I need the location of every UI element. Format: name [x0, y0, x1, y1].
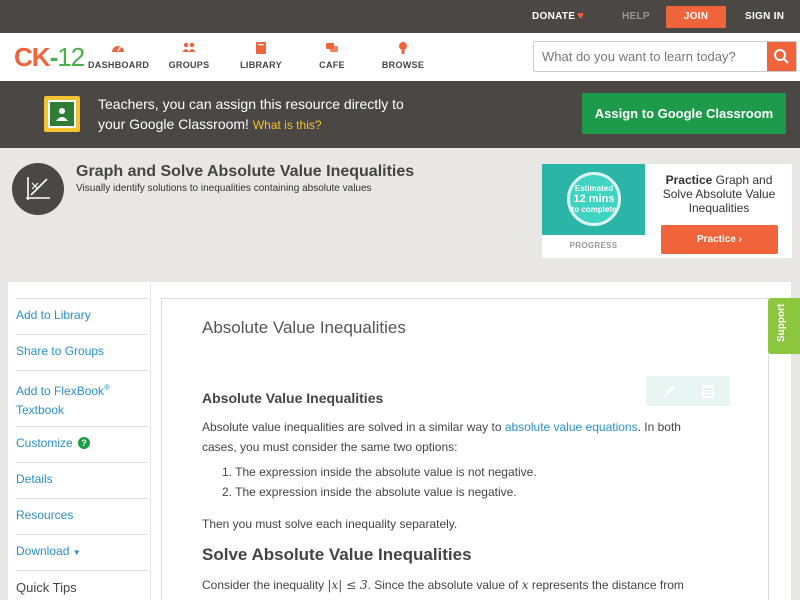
customize-link[interactable]: Customize ?: [16, 434, 140, 453]
list-item: 2. The expression inside the absolute va…: [222, 485, 517, 499]
library-icon: [238, 41, 284, 57]
nav-dashboard[interactable]: DASHBOARD: [88, 41, 149, 70]
sign-in-link[interactable]: SIGN IN: [745, 0, 784, 33]
intro-paragraph: Absolute value inequalities are solved i…: [202, 420, 681, 454]
dashboard-icon: [88, 41, 148, 57]
add-to-flexbook-link[interactable]: Add to FlexBook® Textbook: [16, 378, 140, 420]
divider: [16, 298, 148, 299]
top-bar: DONATE ♥ HELP JOIN SIGN IN: [0, 0, 800, 33]
paragraph: Then you must solve each inequality sepa…: [202, 517, 458, 531]
section-heading-solve: Solve Absolute Value Inequalities: [202, 545, 472, 564]
nav-groups[interactable]: GROUPS: [166, 41, 212, 70]
graph-icon: [12, 163, 64, 215]
options-list: 1. The expression inside the absolute va…: [222, 462, 537, 502]
divider: [16, 426, 148, 427]
cafe-icon: [314, 41, 350, 57]
notes-icon[interactable]: [702, 385, 714, 398]
divider: [16, 334, 148, 335]
page-title: Graph and Solve Absolute Value Inequalit…: [76, 163, 415, 180]
quick-tips-heading: Quick Tips: [16, 580, 77, 595]
help-link[interactable]: HELP: [622, 0, 650, 33]
groups-icon: [166, 41, 212, 57]
help-icon[interactable]: ?: [78, 437, 91, 449]
support-tab[interactable]: Support: [768, 298, 800, 354]
search-icon: [774, 49, 789, 64]
section-heading: Absolute Value Inequalities: [202, 390, 384, 406]
practice-button[interactable]: Practice ›: [661, 225, 778, 254]
resources-link[interactable]: Resources: [16, 506, 140, 525]
nav-cafe[interactable]: CAFE: [314, 41, 350, 70]
search-box: [533, 41, 797, 72]
content-heading: Absolute Value Inequalities: [202, 318, 406, 337]
browse-icon: [380, 41, 426, 57]
caret-down-icon: ▼: [72, 548, 81, 557]
share-to-groups-link[interactable]: Share to Groups: [16, 342, 140, 361]
what-is-this-link[interactable]: What is this?: [253, 118, 322, 132]
divider: [16, 462, 148, 463]
divider: [16, 534, 148, 535]
sidebar: Add to Library Share to Groups Add to Fl…: [8, 282, 150, 600]
chevron-right-icon: ›: [738, 234, 743, 245]
details-link[interactable]: Details: [16, 470, 140, 489]
list-item: 1. The expression inside the absolute va…: [222, 465, 537, 479]
banner-text: Teachers, you can assign this resource d…: [98, 96, 404, 132]
content-toolbar: [646, 376, 730, 406]
download-dropdown[interactable]: Download ▼: [16, 542, 140, 562]
divider: [16, 498, 148, 499]
nav-bar: CK-12 DASHBOARD GROUPS LIBRARY CAFE BROW…: [0, 33, 800, 81]
practice-card: Estimated 12 mins to complete PROGRESS P…: [542, 164, 792, 258]
donate-link[interactable]: DONATE ♥: [532, 0, 584, 33]
heart-icon: ♥: [577, 10, 585, 22]
add-to-library-link[interactable]: Add to Library: [16, 306, 140, 325]
assign-google-classroom-button[interactable]: Assign to Google Classroom: [582, 93, 786, 134]
google-classroom-icon: [44, 96, 80, 132]
practice-description: Practice Graph and Solve Absolute Value …: [662, 173, 776, 215]
estimated-time-badge: Estimated 12 mins to complete: [567, 172, 621, 226]
divider: [16, 570, 148, 571]
page-subtitle: Visually identify solutions to inequalit…: [76, 183, 372, 194]
search-input[interactable]: [534, 42, 766, 71]
progress-label: PROGRESS: [569, 241, 618, 250]
pencil-icon[interactable]: [664, 385, 675, 397]
absolute-value-equations-link[interactable]: absolute value equations: [505, 420, 638, 434]
join-button[interactable]: JOIN: [666, 6, 726, 28]
practice-progress-banner: Estimated 12 mins to complete: [542, 164, 645, 235]
nav-library[interactable]: LIBRARY: [238, 41, 284, 70]
divider: [16, 370, 148, 371]
ck12-logo[interactable]: CK-12: [14, 42, 85, 73]
search-button[interactable]: [767, 42, 796, 71]
nav-browse[interactable]: BROWSE: [380, 41, 426, 70]
paragraph-consider: Consider the inequality |x| ≤ 3. Since t…: [202, 578, 684, 592]
